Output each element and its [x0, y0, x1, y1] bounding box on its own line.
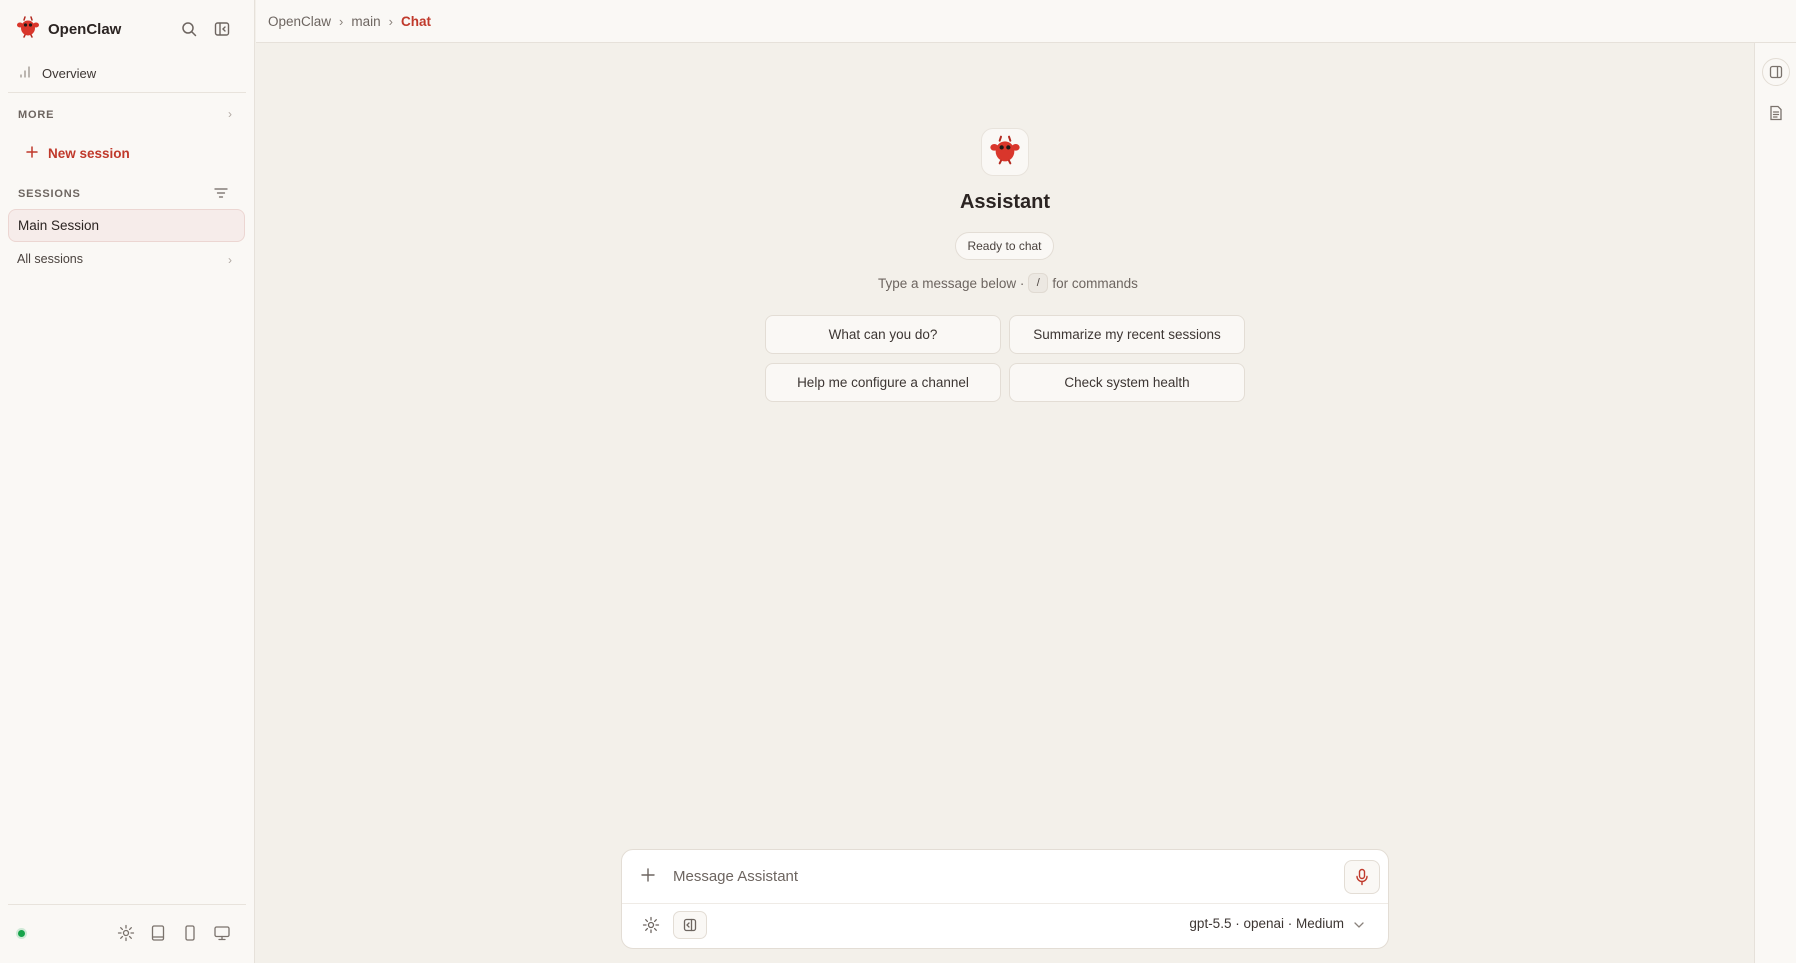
brand-name: OpenClaw: [48, 20, 122, 38]
crab-mascot-icon: [16, 15, 40, 43]
suggestion-button[interactable]: Check system health: [1009, 363, 1245, 402]
hint-text: for commands: [1052, 275, 1138, 291]
suggestion-button[interactable]: What can you do?: [765, 315, 1001, 354]
command-hint: Type a message below · / for commands: [878, 273, 1138, 293]
assistant-title: Assistant: [959, 191, 1051, 213]
breadcrumb-separator: ›: [339, 13, 344, 29]
breadcrumb-item[interactable]: main: [351, 14, 380, 29]
suggestion-button[interactable]: Summarize my recent sessions: [1009, 315, 1245, 354]
document-icon[interactable]: [1762, 99, 1790, 127]
search-icon[interactable]: [178, 18, 200, 40]
breadcrumb-current: Chat: [400, 13, 431, 29]
all-sessions-link[interactable]: All sessions: [17, 252, 83, 266]
breadcrumb-separator: ›: [388, 13, 393, 29]
breadcrumb: OpenClaw › main › Chat: [256, 0, 1796, 43]
sidebar-footer: [0, 918, 254, 950]
divider: [8, 904, 246, 905]
monitor-icon[interactable]: [213, 924, 231, 942]
chevron-down-icon: [1354, 916, 1364, 931]
panel-toggle-icon[interactable]: [673, 911, 707, 939]
chevron-right-icon[interactable]: ›: [228, 107, 232, 121]
new-session-label: New session: [48, 146, 130, 161]
connection-status-dot: [16, 928, 27, 939]
chevron-right-icon[interactable]: ›: [228, 253, 232, 267]
microphone-button[interactable]: [1344, 860, 1380, 894]
plus-icon: [26, 146, 38, 161]
model-label: gpt-5.5 · openai · Medium: [1189, 916, 1344, 931]
brand[interactable]: OpenClaw: [16, 15, 122, 43]
crab-mascot-icon: [989, 135, 1021, 170]
divider: [8, 92, 246, 93]
message-composer: gpt-5.5 · openai · Medium: [621, 849, 1389, 949]
assistant-avatar: [981, 128, 1029, 176]
breadcrumb-item[interactable]: OpenClaw: [268, 14, 331, 29]
panel-toggle-icon[interactable]: [1762, 58, 1790, 86]
model-selector[interactable]: gpt-5.5 · openai · Medium: [1189, 916, 1364, 931]
gear-icon[interactable]: [117, 924, 135, 942]
tablet-icon[interactable]: [149, 924, 167, 942]
suggestion-button[interactable]: Help me configure a channel: [765, 363, 1001, 402]
nav-overview-label: Overview: [42, 65, 97, 81]
divider: [622, 903, 1388, 904]
status-badge: Ready to chat: [955, 232, 1054, 260]
hint-text: Type a message below ·: [878, 275, 1025, 291]
right-rail: [1754, 43, 1796, 963]
nav-overview[interactable]: Overview: [18, 62, 96, 84]
phone-icon[interactable]: [181, 924, 199, 942]
new-session-button[interactable]: New session: [26, 146, 130, 161]
plus-icon[interactable]: [640, 867, 658, 885]
message-input[interactable]: [673, 863, 1293, 889]
more-section-toggle[interactable]: MORE: [18, 109, 54, 121]
slash-key: /: [1028, 273, 1049, 293]
sidebar: OpenClaw Overview MORE › New session SES…: [0, 0, 255, 963]
sidebar-toggle-icon[interactable]: [211, 18, 233, 40]
gear-icon[interactable]: [638, 912, 664, 938]
bar-chart-icon: [18, 65, 32, 82]
